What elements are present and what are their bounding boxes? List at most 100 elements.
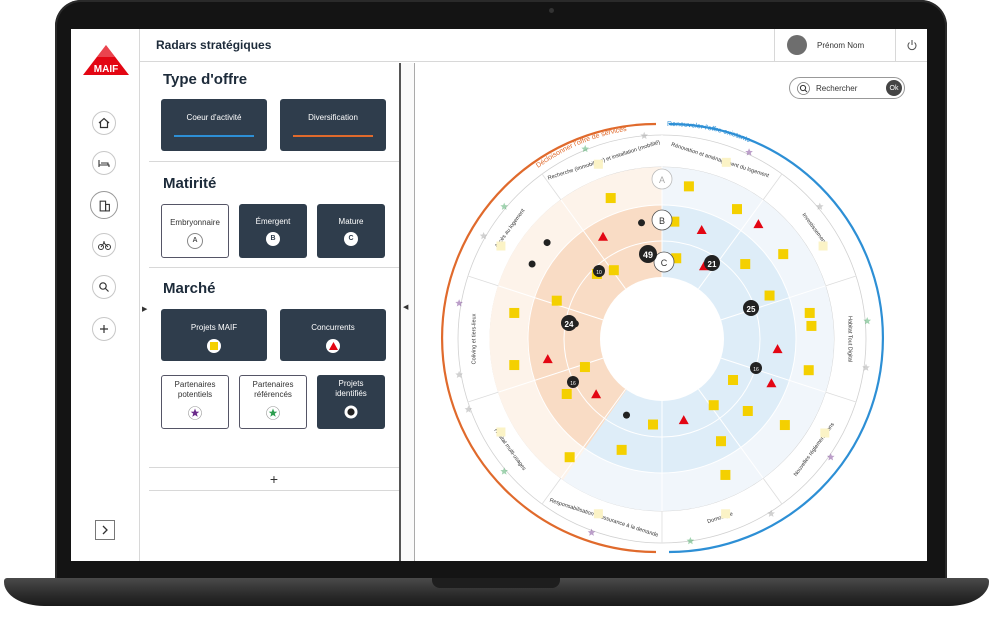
identified-project-marker: [638, 219, 646, 227]
page-title: Radars stratégiques: [156, 38, 272, 52]
ring-letter-a: A: [651, 168, 673, 190]
filter-diversification[interactable]: Diversification: [280, 99, 386, 151]
project-maif-marker: [804, 307, 815, 318]
divider: [149, 161, 399, 162]
project-maif-marker: [740, 259, 751, 270]
faded-project-marker: [593, 159, 603, 169]
ring-letter-b: B: [651, 209, 673, 231]
project-maif-marker: [683, 181, 694, 192]
project-maif-marker: [708, 400, 719, 411]
chevron-right-icon: [102, 525, 108, 535]
bike-icon: [97, 241, 111, 250]
identified-project-marker: [543, 239, 551, 247]
project-maif-marker: [579, 362, 590, 373]
user-menu[interactable]: Prénom Nom: [774, 29, 890, 61]
app-header: Radars stratégiques Prénom Nom: [140, 29, 927, 62]
search-nav-button[interactable]: [92, 275, 116, 299]
screen: MAIF Radars stratégiques Prénom Nom Type…: [71, 29, 927, 561]
count-bubble-25: 25: [743, 300, 759, 316]
svg-text:25: 25: [747, 305, 756, 314]
project-maif-marker: [561, 389, 572, 399]
filter-label: Coeur d'activité: [186, 113, 242, 122]
svg-text:49: 49: [643, 250, 653, 260]
logout-button[interactable]: [895, 29, 927, 61]
radar-chart: Décloisonner l'offre de services Renouve…: [440, 121, 885, 554]
maturity-badge-b: B: [266, 232, 280, 246]
identified-project-marker: [623, 411, 631, 419]
svg-text:A: A: [659, 175, 665, 185]
bed-icon: [98, 160, 110, 167]
search-icon: [99, 282, 109, 292]
ring-letter-c: C: [653, 251, 675, 273]
building-button[interactable]: [90, 191, 118, 219]
project-maif-marker: [616, 444, 627, 455]
home-button[interactable]: [92, 111, 116, 135]
count-bubble-49: 49: [639, 245, 657, 263]
bed-button[interactable]: [92, 151, 116, 175]
identified-project-marker: [528, 260, 536, 268]
divider: [149, 267, 399, 268]
project-maif-marker: [732, 204, 742, 215]
expand-rail-button[interactable]: [95, 520, 115, 540]
filter-emergent[interactable]: Émergent B: [239, 204, 307, 258]
blue-underline: [174, 135, 254, 137]
project-maif-marker: [716, 436, 726, 447]
home-icon: [98, 117, 110, 129]
count-bubble-24: 24: [561, 315, 577, 331]
project-maif-marker: [509, 307, 520, 318]
maif-logo: MAIF: [83, 45, 129, 75]
filter-label: Diversification: [308, 113, 358, 122]
add-filter-button[interactable]: +: [149, 467, 399, 491]
red-triangle-icon: [328, 342, 338, 350]
plus-icon: [100, 325, 108, 333]
filter-projets-identifies[interactable]: Projets identifiés: [317, 375, 385, 429]
marker-square-legend: [207, 339, 221, 353]
marker-triangle-legend: [326, 339, 340, 353]
filter-partenaires-potentiels[interactable]: Partenaires potentiels: [161, 375, 229, 429]
count-bubble-21: 21: [704, 255, 720, 271]
center-hole: [600, 277, 724, 401]
section-title-marche: Marché: [163, 280, 216, 297]
count-bubble-16-left: 16: [567, 376, 579, 388]
power-icon: [907, 40, 917, 51]
radar-area: Rechercher Ok Décloisonner l'offre de se…: [417, 63, 927, 561]
green-star-icon: [266, 406, 280, 420]
filter-mature[interactable]: Mature C: [317, 204, 385, 258]
sector-label: Habitat Tout Digital: [847, 316, 853, 362]
sector-label: Coliving et tiers-lieux: [471, 313, 477, 364]
project-maif-marker: [806, 320, 817, 331]
yellow-square-icon: [210, 342, 218, 350]
filter-concurrents[interactable]: Concurrents: [280, 309, 386, 361]
project-maif-marker: [720, 469, 731, 480]
project-maif-marker: [764, 290, 775, 301]
project-maif-marker: [803, 365, 814, 376]
bike-button[interactable]: [92, 233, 116, 257]
user-name: Prénom Nom: [817, 40, 865, 50]
project-maif-marker: [564, 452, 575, 463]
orange-underline: [293, 135, 373, 137]
svg-text:B: B: [659, 216, 665, 226]
collapse-arrow-icon: ◀: [403, 304, 409, 311]
faded-project-marker: [721, 509, 731, 519]
panel-splitter[interactable]: ◀: [399, 63, 415, 561]
filter-embryonnaire[interactable]: Embryonnaire A: [161, 204, 229, 258]
purple-star-icon: [188, 406, 202, 420]
faded-project-marker: [496, 241, 506, 251]
project-maif-marker: [605, 193, 616, 204]
filter-label: Concurrents: [311, 323, 355, 332]
add-nav-button[interactable]: [92, 317, 116, 341]
filter-projets-maif[interactable]: Projets MAIF: [161, 309, 267, 361]
project-maif-marker: [778, 249, 789, 260]
building-icon: [99, 200, 110, 211]
filter-label: Projets MAIF: [190, 323, 238, 332]
filter-label: Partenaires référencés: [252, 380, 294, 399]
filter-partenaires-references[interactable]: Partenaires référencés: [239, 375, 307, 429]
filter-coeur-activite[interactable]: Coeur d'activité: [161, 99, 267, 151]
black-dot-icon: [344, 405, 358, 419]
project-maif-marker: [509, 360, 520, 371]
section-title-maturite: Matirité: [163, 175, 217, 192]
logo-text: MAIF: [94, 64, 118, 75]
section-title-type-offre: Type d'offre: [163, 71, 248, 88]
faded-project-marker: [818, 241, 828, 251]
avatar: [787, 35, 807, 55]
